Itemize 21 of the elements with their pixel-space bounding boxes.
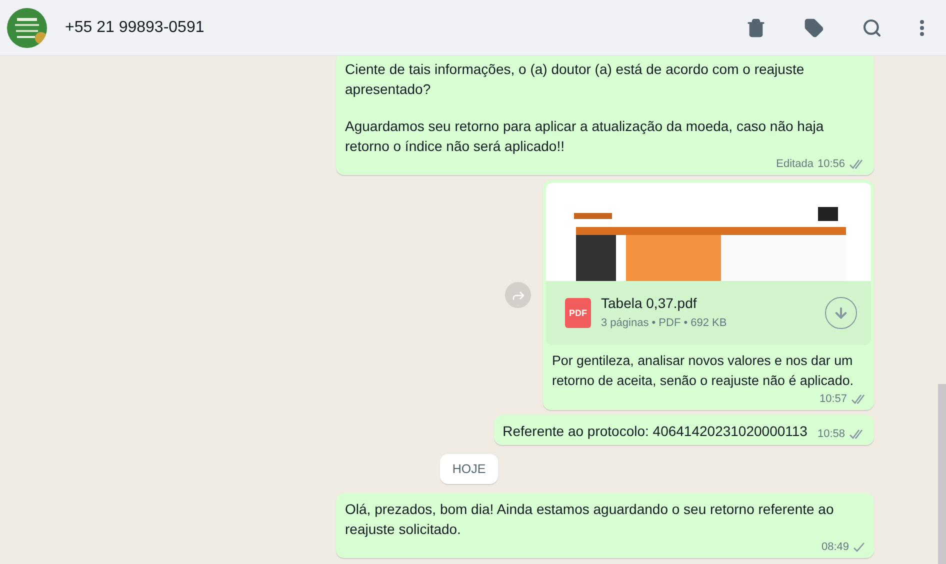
download-icon	[833, 305, 849, 321]
message-text: Referente ao protocolo: 40641420231020000113	[502, 422, 808, 441]
file-details: 3 páginas • PDF • 692 KB	[601, 316, 728, 331]
edited-label: Editada	[776, 157, 814, 172]
menu-icon	[920, 20, 924, 36]
message-time: 10:56	[817, 157, 845, 172]
search-icon	[862, 18, 882, 38]
message-text: Ciente de tais informações, o (a) doutor (a) está de acordo com o reajuste apresentado?	[345, 60, 806, 99]
tag-icon	[804, 18, 824, 38]
date-divider: HOJE	[440, 454, 498, 484]
pdf-file-icon: PDF	[565, 298, 591, 328]
message-text: Aguardamos seu retorno para aplicar a atualização da moeda, caso não haja retorno o índice não será aplicado!!	[345, 117, 825, 156]
message-time: 10:58	[817, 427, 845, 442]
message-time: 10:57	[819, 392, 847, 407]
message-time: 08:49	[821, 540, 849, 555]
download-button[interactable]	[825, 297, 857, 329]
message-text: Por gentileza, analisar novos valores e nos dar um retorno de aceita, senão o reajuste não é aplicado.	[552, 352, 854, 390]
scrollbar-thumb[interactable]	[938, 384, 946, 564]
trash-icon	[746, 18, 766, 38]
message-text: Olá, prezados, bom dia! Ainda estamos aguardando o seu retorno referente ao reajuste solicitado.	[345, 500, 835, 539]
file-name: Tabela 0,37.pdf	[601, 294, 698, 313]
